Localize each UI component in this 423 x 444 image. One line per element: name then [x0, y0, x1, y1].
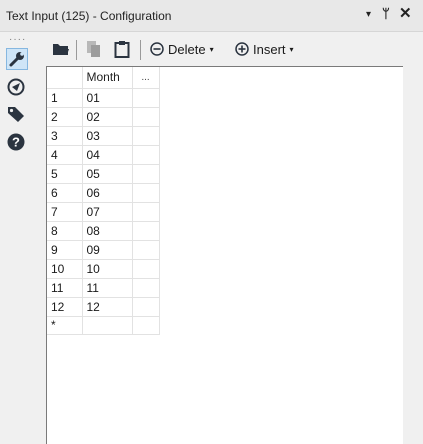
month-cell[interactable]: 02	[82, 107, 133, 127]
table-row[interactable]: 1 01	[47, 88, 160, 108]
empty-cell[interactable]	[132, 164, 160, 184]
new-row[interactable]: *	[47, 316, 160, 335]
sidebar-item-annotation[interactable]	[6, 104, 28, 126]
row-index: 7	[47, 202, 83, 222]
config-sidebar: ···· ?	[0, 32, 34, 444]
compass-icon	[7, 78, 25, 96]
month-cell[interactable]: 08	[82, 221, 133, 241]
row-index: 2	[47, 107, 83, 127]
chevron-down-icon: ▾	[289, 44, 294, 54]
month-cell[interactable]: 04	[82, 145, 133, 165]
grid-toolbar: Delete ▾ Insert ▾	[46, 32, 423, 66]
sidebar-item-connections[interactable]	[6, 77, 28, 99]
table-row[interactable]: 5 05	[47, 164, 160, 184]
row-index: 5	[47, 164, 83, 184]
empty-cell[interactable]	[132, 259, 160, 279]
sidebar-item-configuration[interactable]	[6, 48, 28, 70]
empty-cell[interactable]	[132, 297, 160, 317]
column-header-month[interactable]: Month	[82, 67, 133, 89]
plus-circle-icon	[235, 42, 249, 56]
table-row[interactable]: 3 03	[47, 126, 160, 146]
month-cell[interactable]: 05	[82, 164, 133, 184]
wrench-icon	[9, 52, 24, 67]
delete-label: Delete	[168, 41, 206, 57]
config-main: Delete ▾ Insert ▾ Month ... 1 01 2 02 3 …	[46, 32, 423, 444]
copy-button[interactable]	[86, 39, 102, 59]
month-cell[interactable]: 06	[82, 183, 133, 203]
paste-button[interactable]	[114, 39, 130, 59]
folder-open-icon	[53, 44, 69, 55]
sidebar-grip[interactable]: ····	[9, 34, 26, 45]
insert-button[interactable]: Insert ▾	[235, 39, 294, 59]
table-row[interactable]: 10 10	[47, 259, 160, 279]
row-index: 12	[47, 297, 83, 317]
table-row[interactable]: 7 07	[47, 202, 160, 222]
month-cell[interactable]	[82, 316, 133, 335]
data-grid[interactable]: Month ... 1 01 2 02 3 03 4 04 5 05 6 06 7 07 80…	[46, 66, 403, 444]
empty-cell[interactable]	[132, 107, 160, 127]
empty-cell[interactable]	[132, 278, 160, 298]
toolbar-separator	[76, 40, 77, 60]
window-menu-button[interactable]: ▾	[366, 9, 371, 20]
month-cell[interactable]: 09	[82, 240, 133, 260]
table-row[interactable]: 6 06	[47, 183, 160, 203]
table-row[interactable]: 12 12	[47, 297, 160, 317]
table-header-row: Month ...	[47, 67, 160, 89]
row-index: 9	[47, 240, 83, 260]
minus-circle-icon	[150, 42, 164, 56]
data-table: Month ... 1 01 2 02 3 03 4 04 5 05 6 06 7 07 80…	[47, 67, 160, 335]
row-index: 1	[47, 88, 83, 108]
table-row[interactable]: 11 11	[47, 278, 160, 298]
table-row[interactable]: 9 09	[47, 240, 160, 260]
row-index: 10	[47, 259, 83, 279]
panel-title: Text Input (125) - Configuration	[6, 9, 172, 23]
vertical-scrollbar[interactable]	[403, 66, 423, 444]
open-file-button[interactable]	[52, 39, 70, 59]
empty-cell[interactable]	[132, 145, 160, 165]
copy-icon	[87, 41, 100, 57]
month-cell[interactable]: 11	[82, 278, 133, 298]
month-cell[interactable]: 12	[82, 297, 133, 317]
svg-text:?: ?	[12, 135, 20, 150]
empty-cell[interactable]	[132, 240, 160, 260]
column-header-add[interactable]: ...	[132, 67, 160, 89]
new-row-marker: *	[47, 316, 83, 335]
month-cell[interactable]: 10	[82, 259, 133, 279]
empty-cell[interactable]	[132, 221, 160, 241]
row-index: 11	[47, 278, 83, 298]
panel-title-bar: Text Input (125) - Configuration ▾ ᛘ ✕	[0, 0, 423, 32]
empty-cell[interactable]	[132, 88, 160, 108]
close-icon[interactable]: ✕	[399, 4, 412, 22]
insert-label: Insert	[253, 41, 286, 57]
month-cell[interactable]: 01	[82, 88, 133, 108]
month-cell[interactable]: 03	[82, 126, 133, 146]
help-icon: ?	[7, 133, 25, 151]
pin-icon[interactable]: ᛘ	[382, 6, 390, 21]
empty-cell[interactable]	[132, 183, 160, 203]
tag-icon	[8, 107, 24, 122]
table-row[interactable]: 4 04	[47, 145, 160, 165]
empty-cell[interactable]	[132, 316, 160, 335]
table-row[interactable]: 2 02	[47, 107, 160, 127]
row-index: 6	[47, 183, 83, 203]
row-index: 8	[47, 221, 83, 241]
clipboard-icon	[114, 41, 130, 58]
month-cell[interactable]: 07	[82, 202, 133, 222]
delete-button[interactable]: Delete ▾	[150, 39, 214, 59]
toolbar-separator	[140, 40, 141, 60]
sidebar-item-help[interactable]: ?	[6, 132, 28, 154]
empty-cell[interactable]	[132, 202, 160, 222]
table-row[interactable]: 8 08	[47, 221, 160, 241]
chevron-down-icon: ▾	[209, 44, 214, 54]
row-index: 3	[47, 126, 83, 146]
row-index: 4	[47, 145, 83, 165]
empty-cell[interactable]	[132, 126, 160, 146]
row-header-corner[interactable]	[47, 67, 83, 89]
